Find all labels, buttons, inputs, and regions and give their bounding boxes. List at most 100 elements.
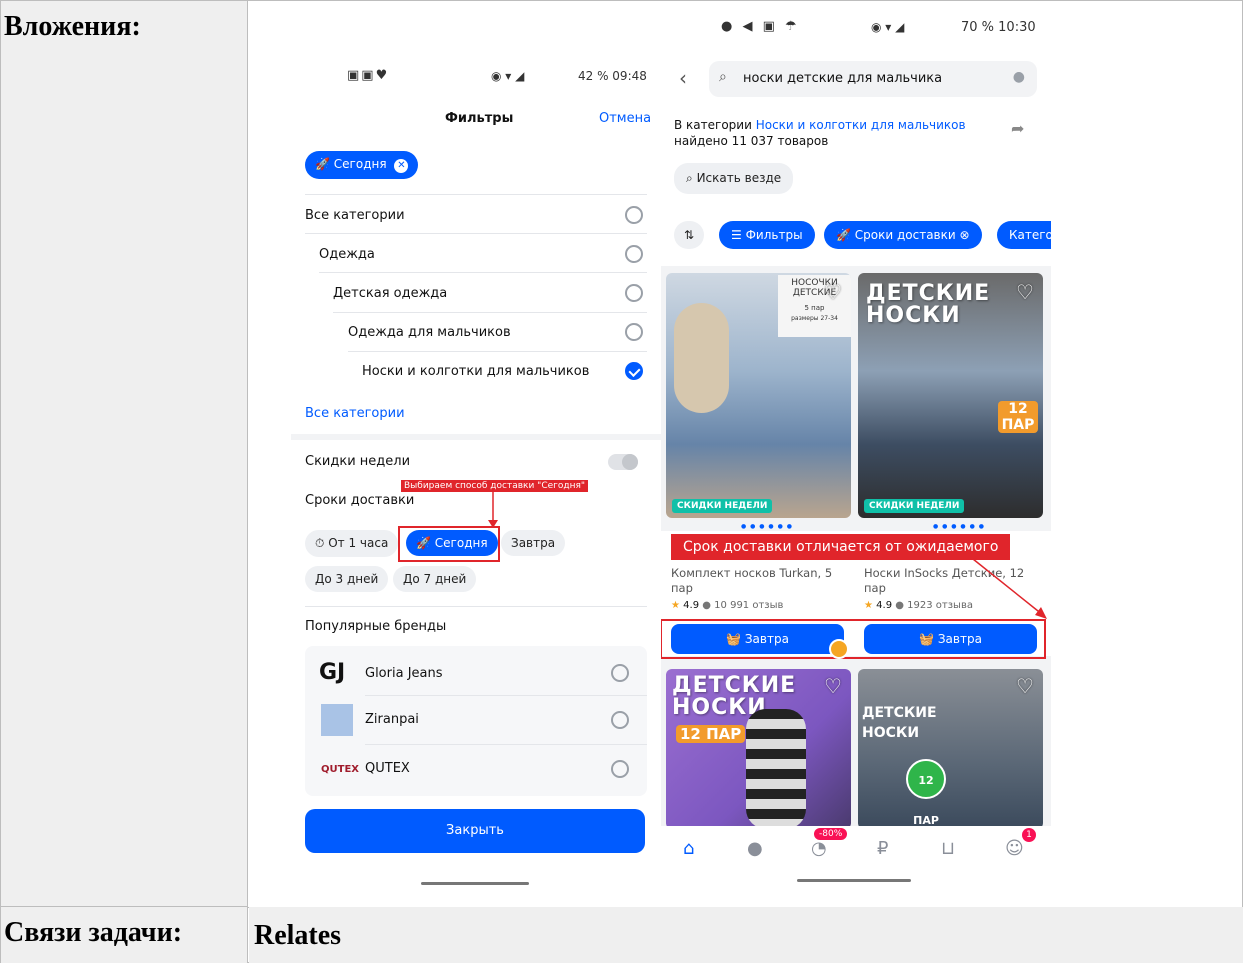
- category-item[interactable]: Одежда для мальчиков: [348, 325, 511, 340]
- product-image[interactable]: НОСОЧКИ ДЕТСКИЕ 5 пар размеры 27-34 ♡ СК…: [666, 273, 851, 518]
- add-to-cart-button[interactable]: 🧺 Завтра: [864, 624, 1037, 654]
- sale-badge: СКИДКИ НЕДЕЛИ: [672, 499, 773, 513]
- sliders-icon: ☰: [731, 228, 742, 242]
- active-filter-chip-label: Сегодня: [333, 157, 387, 171]
- close-icon[interactable]: ⊗: [960, 228, 970, 242]
- product-image-pairs: 5 пар: [804, 304, 825, 312]
- divider: [319, 272, 647, 273]
- filters-chip[interactable]: ☰ Фильтры: [719, 221, 815, 249]
- profile-badge: 1: [1022, 828, 1036, 842]
- divider: [305, 194, 647, 195]
- comment-icon: ●: [895, 600, 904, 611]
- home-indicator: [797, 879, 911, 882]
- discounts-toggle[interactable]: [608, 454, 638, 470]
- search-everywhere-button[interactable]: ⌕ Искать везде: [674, 163, 794, 194]
- all-categories-link[interactable]: Все категории: [305, 406, 405, 421]
- product-image[interactable]: ДЕТСКИЕ НОСКИ 12 ПАР ♡: [858, 669, 1043, 829]
- sort-button[interactable]: ⇅: [674, 221, 705, 249]
- category-item[interactable]: Одежда: [319, 247, 375, 262]
- discounts-icon[interactable]: ◔: [811, 838, 827, 859]
- divider: [348, 351, 647, 352]
- brand-logo: [321, 704, 353, 736]
- heart-icon[interactable]: ♡: [1014, 281, 1036, 303]
- close-icon[interactable]: ✕: [394, 159, 409, 173]
- brands-list: GJ Gloria Jeans Ziranpai QUTEX QUTEX: [305, 646, 647, 796]
- brand-name[interactable]: Gloria Jeans: [365, 666, 443, 681]
- rating-value: 4.9: [683, 600, 700, 611]
- delivery-option-label: От 1 часа: [328, 536, 389, 550]
- filters-chip-label: Фильтры: [745, 228, 803, 242]
- sort-icon: ⇅: [684, 228, 695, 242]
- search-input[interactable]: носки детские для мальчика: [743, 71, 942, 86]
- rating-value: 4.9: [876, 600, 893, 611]
- task-table: Вложения: Связи задачи: Relates ▣▣♥ ◉ ▾ …: [0, 0, 1243, 963]
- delivery-option-label: Завтра: [511, 536, 556, 550]
- brand-name[interactable]: QUTEX: [365, 761, 410, 776]
- filters-screenshot: ▣▣♥ ◉ ▾ ◢ 42 % 09:48 Фильтры Отмена 🚀 Се…: [291, 56, 661, 896]
- status-battery-time: 42 % 09:48: [578, 69, 647, 83]
- attachments-label: Вложения:: [4, 11, 141, 42]
- relations-value[interactable]: Relates: [254, 920, 341, 952]
- filters-title: Фильтры: [445, 111, 514, 126]
- cancel-link[interactable]: Отмена: [599, 111, 651, 126]
- divider: [365, 744, 647, 745]
- category-item[interactable]: Все категории: [305, 208, 405, 223]
- delivery-option[interactable]: До 7 дней: [393, 566, 477, 592]
- product-image-pairs: 12 ПАР: [998, 401, 1038, 433]
- delivery-label: Сроки доставки: [305, 493, 415, 508]
- annotation-label: Срок доставки отличается от ожидаемого: [671, 534, 1011, 560]
- fresh-icon[interactable]: ●: [747, 838, 763, 859]
- heart-icon[interactable]: ♡: [1014, 675, 1036, 697]
- product-image-pairs: 12 ПАР: [906, 759, 946, 827]
- bottom-nav: ⌂ ● ◔ -80% ₽ ⊔ ☺ 1: [661, 826, 1051, 896]
- add-to-cart-button[interactable]: 🧺 Завтра: [671, 624, 844, 654]
- brand-radio[interactable]: [611, 664, 629, 682]
- home-icon[interactable]: ⌂: [683, 838, 694, 859]
- category-item-selected[interactable]: Носки и колготки для мальчиков: [362, 364, 589, 379]
- ruble-icon[interactable]: ₽: [877, 838, 888, 859]
- share-icon[interactable]: ➦: [1011, 119, 1024, 138]
- product-image[interactable]: ДЕТСКИЕ НОСКИ 12 ПАР ♡ СКИДКИ НЕДЕЛИ: [858, 273, 1043, 518]
- category-item[interactable]: Детская одежда: [333, 286, 447, 301]
- delivery-option-label: До 7 дней: [403, 572, 467, 586]
- category-radio[interactable]: [625, 245, 643, 263]
- microphone-icon[interactable]: ●: [1013, 69, 1025, 85]
- home-indicator: [421, 882, 529, 885]
- delivery-option-label: Сегодня: [434, 536, 488, 550]
- category-radio[interactable]: [625, 284, 643, 302]
- delivery-option[interactable]: ⏱ От 1 часа: [305, 530, 399, 557]
- cart-icon[interactable]: ⊔: [941, 838, 955, 859]
- back-icon[interactable]: ‹: [679, 66, 687, 90]
- brand-name[interactable]: Ziranpai: [365, 712, 419, 727]
- product-name[interactable]: Комплект носков Turkan, 5 пар: [671, 566, 851, 596]
- brand-radio[interactable]: [611, 711, 629, 729]
- annotation-arrow: [972, 558, 1047, 619]
- category-chip[interactable]: Катего: [997, 221, 1051, 249]
- category-radio[interactable]: [625, 323, 643, 341]
- search-bar[interactable]: ⌕ носки детские для мальчика ●: [709, 61, 1037, 97]
- category-radio-checked[interactable]: [625, 362, 643, 380]
- teddy-bear-image: [674, 303, 729, 413]
- active-filter-chip[interactable]: 🚀 Сегодня ✕: [305, 151, 419, 179]
- delivery-chip[interactable]: 🚀 Сроки доставки ⊗: [824, 221, 982, 249]
- category-radio[interactable]: [625, 206, 643, 224]
- star-icon: ★: [671, 600, 680, 611]
- profile-icon[interactable]: ☺: [1005, 838, 1024, 859]
- delivery-chip-label: Сроки доставки: [854, 228, 956, 242]
- brand-logo: QUTEX: [321, 764, 359, 775]
- brand-radio[interactable]: [611, 760, 629, 778]
- divider: [305, 233, 647, 234]
- promo-icon: [829, 639, 849, 659]
- heart-icon[interactable]: ♡: [822, 281, 844, 303]
- close-button[interactable]: Закрыть: [305, 809, 645, 853]
- status-signal-icons: ◉ ▾ ◢: [871, 20, 905, 34]
- search-icon: ⌕: [719, 69, 727, 85]
- category-link[interactable]: Носки и колготки для мальчиков: [756, 118, 966, 132]
- divider: [305, 606, 647, 607]
- relations-label: Связи задачи:: [4, 917, 183, 948]
- product-image[interactable]: ДЕТСКИЕ НОСКИ 12 ПАР ♡: [666, 669, 851, 829]
- delivery-option-selected[interactable]: 🚀 Сегодня: [406, 530, 498, 556]
- delivery-option[interactable]: До 3 дней: [305, 566, 389, 592]
- heart-icon[interactable]: ♡: [822, 675, 844, 697]
- delivery-option[interactable]: Завтра: [501, 530, 566, 556]
